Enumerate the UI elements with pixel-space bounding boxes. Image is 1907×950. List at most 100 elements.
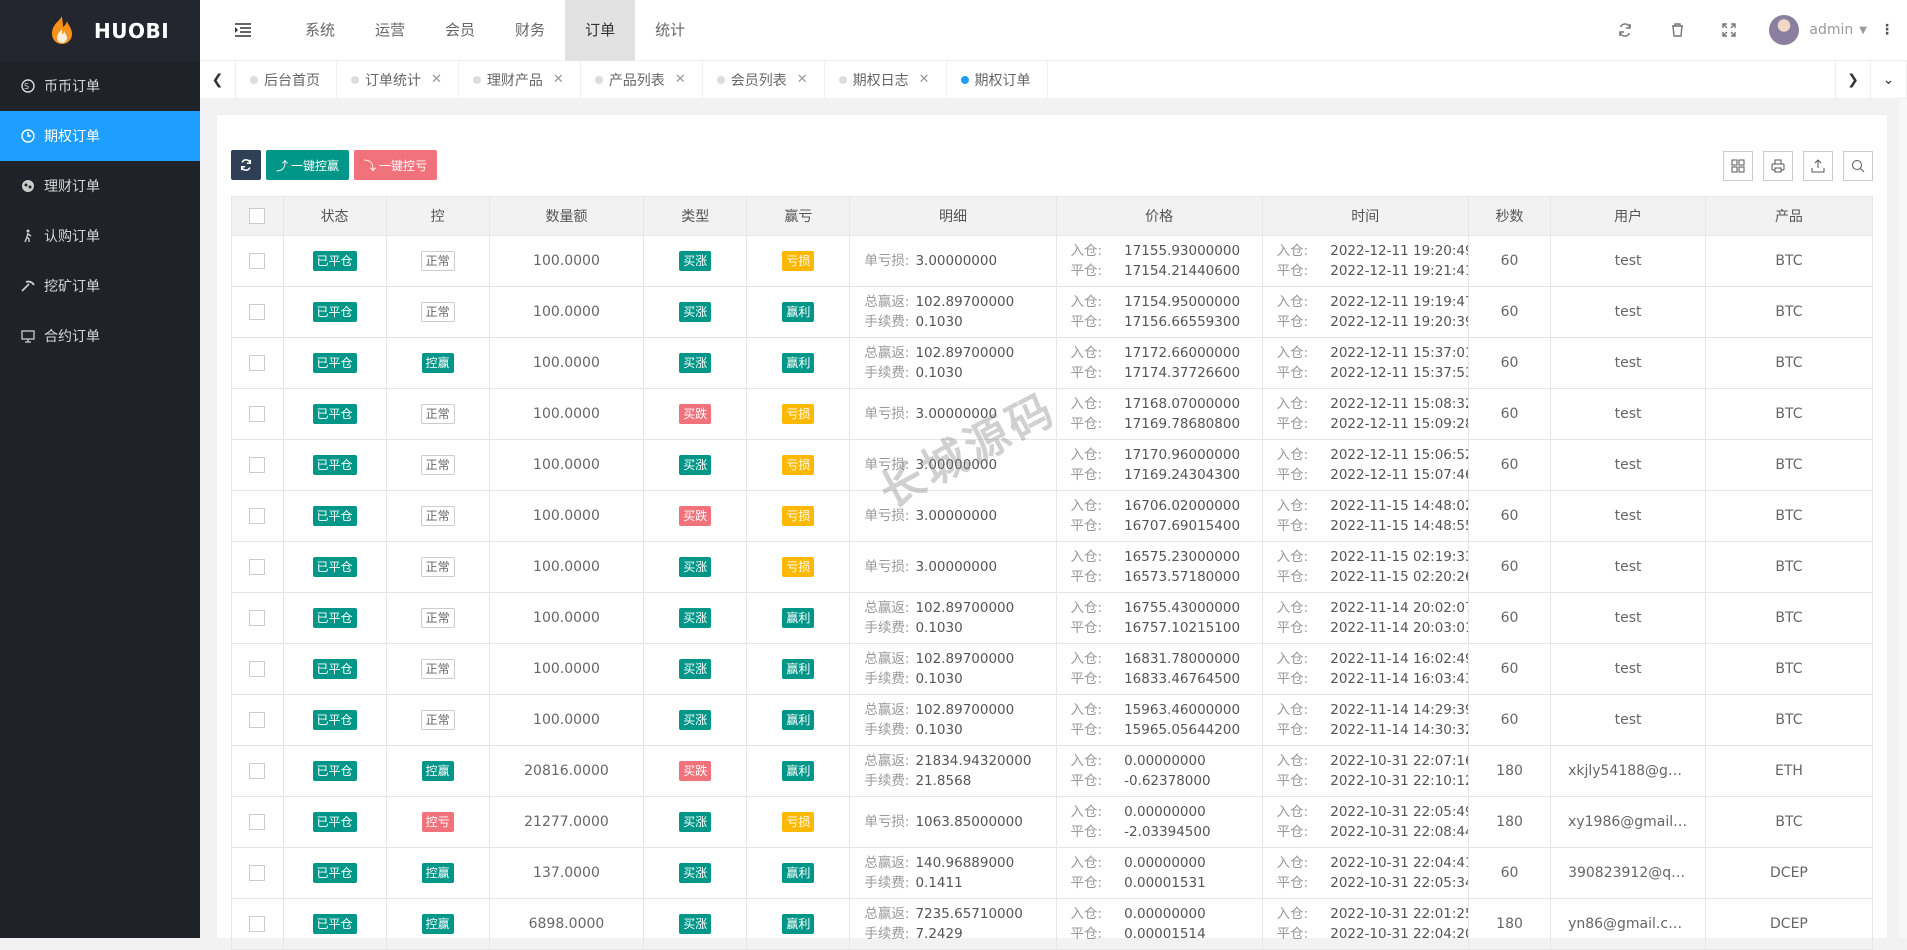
select-cell[interactable] — [231, 847, 284, 899]
sidebar-item-1[interactable]: 期权订单 — [0, 111, 200, 161]
time-cell-value: 2022-10-31 22:05:34 — [1330, 875, 1469, 891]
row-checkbox[interactable] — [249, 661, 266, 677]
nav-item-1[interactable]: 运营 — [355, 0, 425, 61]
select-cell[interactable] — [231, 796, 284, 848]
username[interactable]: admin — [1809, 22, 1853, 38]
table-row[interactable]: 已平仓 正常 100.0000 买涨 赢利 总赢返: 102.89700000 手续费: 0.1… — [231, 643, 1874, 695]
select-cell[interactable] — [231, 898, 284, 950]
close-icon[interactable]: ✕ — [797, 72, 808, 87]
table-row[interactable]: 已平仓 正常 100.0000 买跌 亏损 单亏损: 3.00000000 入仓: 17168.… — [231, 388, 1874, 440]
search-button[interactable] — [1843, 151, 1873, 181]
row-checkbox[interactable] — [249, 406, 266, 422]
close-icon[interactable]: ✕ — [675, 72, 686, 87]
tabs-scroll-right-button[interactable]: ❯ — [1835, 60, 1871, 99]
select-cell[interactable] — [231, 337, 284, 389]
table-row[interactable]: 已平仓 正常 100.0000 买涨 赢利 总赢返: 102.89700000 手续费: 0.1… — [231, 592, 1874, 644]
row-checkbox[interactable] — [249, 610, 266, 626]
table-row[interactable]: 已平仓 控亏 21277.0000 买涨 亏损 单亏损: 1063.85000000 入仓: 0… — [231, 796, 1874, 848]
close-label: 平仓: — [1070, 824, 1103, 840]
nav-item-5[interactable]: 统计 — [635, 0, 705, 61]
clear-cache-button[interactable] — [1651, 0, 1703, 61]
table-row[interactable]: 已平仓 正常 100.0000 买跌 亏损 单亏损: 3.00000000 入仓: 16706.… — [231, 490, 1874, 542]
row-checkbox[interactable] — [249, 355, 266, 371]
table-row[interactable]: 已平仓 正常 100.0000 买涨 亏损 单亏损: 3.00000000 入仓: 16575.… — [231, 541, 1874, 593]
select-cell[interactable] — [231, 490, 284, 542]
seconds-cell: 60 — [1467, 541, 1552, 593]
logo[interactable]: HUOBI — [0, 0, 200, 61]
tabs-scroll-left-button[interactable]: ❮ — [200, 60, 236, 99]
table-row[interactable]: 已平仓 控赢 20816.0000 买跌 赢利 总赢返: 21834.94320000 手续费… — [231, 745, 1874, 797]
row-checkbox[interactable] — [249, 916, 266, 932]
row-checkbox[interactable] — [249, 457, 266, 473]
price-cell: 入仓: 17170.96000000 平仓: 17169.24304300 — [1055, 439, 1263, 491]
close-icon[interactable]: ✕ — [553, 72, 564, 87]
select-cell[interactable] — [231, 388, 284, 440]
table-row[interactable]: 已平仓 正常 100.0000 买涨 赢利 总赢返: 102.89700000 手续费: 0.1… — [231, 286, 1874, 338]
sidebar-item-2[interactable]: 理财订单 — [0, 161, 200, 211]
more-button[interactable]: ⋮ — [1867, 0, 1907, 61]
chevron-down-icon[interactable]: ▼ — [1859, 25, 1867, 36]
detail-cell: 单亏损: 3.00000000 — [849, 439, 1057, 491]
seconds-cell: 180 — [1467, 745, 1552, 797]
avatar[interactable] — [1769, 15, 1800, 45]
nav-item-2[interactable]: 会员 — [425, 0, 495, 61]
tab-6[interactable]: 期权订单 — [947, 60, 1048, 99]
table-row[interactable]: 已平仓 控赢 100.0000 买涨 赢利 总赢返: 102.89700000 手续费: 0.1… — [231, 337, 1874, 389]
tabs-menu-button[interactable]: ⌄ — [1871, 60, 1907, 99]
tab-4[interactable]: 会员列表 ✕ — [703, 60, 825, 99]
row-checkbox[interactable] — [249, 763, 266, 779]
table-row[interactable]: 已平仓 正常 100.0000 买涨 亏损 单亏损: 3.00000000 入仓: 17155.… — [231, 235, 1874, 287]
row-checkbox[interactable] — [249, 865, 266, 881]
select-all-checkbox[interactable] — [249, 208, 266, 224]
select-cell[interactable] — [231, 694, 284, 746]
select-all-cell[interactable] — [231, 196, 284, 236]
export-button[interactable] — [1803, 151, 1833, 181]
print-button[interactable] — [1763, 151, 1793, 181]
nav-item-4[interactable]: 订单 — [565, 0, 636, 61]
close-icon[interactable]: ✕ — [919, 72, 930, 87]
nav-item-0[interactable]: 系统 — [285, 0, 355, 61]
tab-3[interactable]: 产品列表 ✕ — [581, 60, 703, 99]
select-cell[interactable] — [231, 745, 284, 797]
refresh-button[interactable] — [1599, 0, 1651, 61]
menu-toggle-button[interactable] — [200, 0, 285, 61]
row-checkbox[interactable] — [249, 304, 266, 320]
row-checkbox[interactable] — [249, 814, 266, 830]
lose-all-button[interactable]: ⤵ 一键控亏 — [354, 150, 438, 180]
column-header: 秒数 — [1467, 196, 1552, 236]
sidebar-item-0[interactable]: S 币币订单 — [0, 61, 200, 111]
price-cell: 入仓: 16575.23000000 平仓: 16573.57180000 — [1055, 541, 1263, 593]
tab-2[interactable]: 理财产品 ✕ — [459, 60, 581, 99]
select-cell[interactable] — [231, 541, 284, 593]
row-checkbox[interactable] — [249, 712, 266, 728]
select-cell[interactable] — [231, 592, 284, 644]
fullscreen-button[interactable] — [1703, 0, 1755, 61]
table-row[interactable]: 已平仓 控赢 6898.0000 买涨 赢利 总赢返: 7235.65710000 手续费: 7… — [231, 898, 1874, 950]
nav-item-3[interactable]: 财务 — [495, 0, 565, 61]
table-row[interactable]: 已平仓 正常 100.0000 买涨 赢利 总赢返: 102.89700000 手续费: 0.1… — [231, 694, 1874, 746]
table-row[interactable]: 已平仓 正常 100.0000 买涨 亏损 单亏损: 3.00000000 入仓: 17170.… — [231, 439, 1874, 491]
win-all-button[interactable]: ⤴ 一键控赢 — [266, 150, 350, 180]
row-checkbox[interactable] — [249, 253, 266, 269]
table-row[interactable]: 已平仓 控赢 137.0000 买涨 赢利 总赢返: 140.96889000 手续费: 0.1… — [231, 847, 1874, 899]
sidebar-item-3[interactable]: 认购订单 — [0, 211, 200, 261]
columns-filter-button[interactable] — [1723, 151, 1753, 181]
page-scrollbar[interactable] — [1899, 99, 1907, 938]
tab-5[interactable]: 期权日志 ✕ — [825, 60, 947, 99]
reload-table-button[interactable] — [231, 150, 261, 180]
row-checkbox[interactable] — [249, 559, 266, 575]
select-cell[interactable] — [231, 439, 284, 491]
close-label: 平仓: — [1276, 620, 1309, 636]
product-cell: BTC — [1704, 490, 1874, 542]
select-cell[interactable] — [231, 235, 284, 287]
select-cell[interactable] — [231, 643, 284, 695]
row-checkbox[interactable] — [249, 508, 266, 524]
tab-0[interactable]: 后台首页 — [236, 60, 337, 99]
tab-1[interactable]: 订单统计 ✕ — [337, 60, 459, 99]
result-badge-cell: 赢利 — [746, 592, 851, 644]
sidebar-item-5[interactable]: 合约订单 — [0, 311, 200, 361]
sidebar-item-4[interactable]: 挖矿订单 — [0, 261, 200, 311]
select-cell[interactable] — [231, 286, 284, 338]
detail-key: 总赢返: — [864, 855, 910, 871]
close-icon[interactable]: ✕ — [431, 72, 442, 87]
